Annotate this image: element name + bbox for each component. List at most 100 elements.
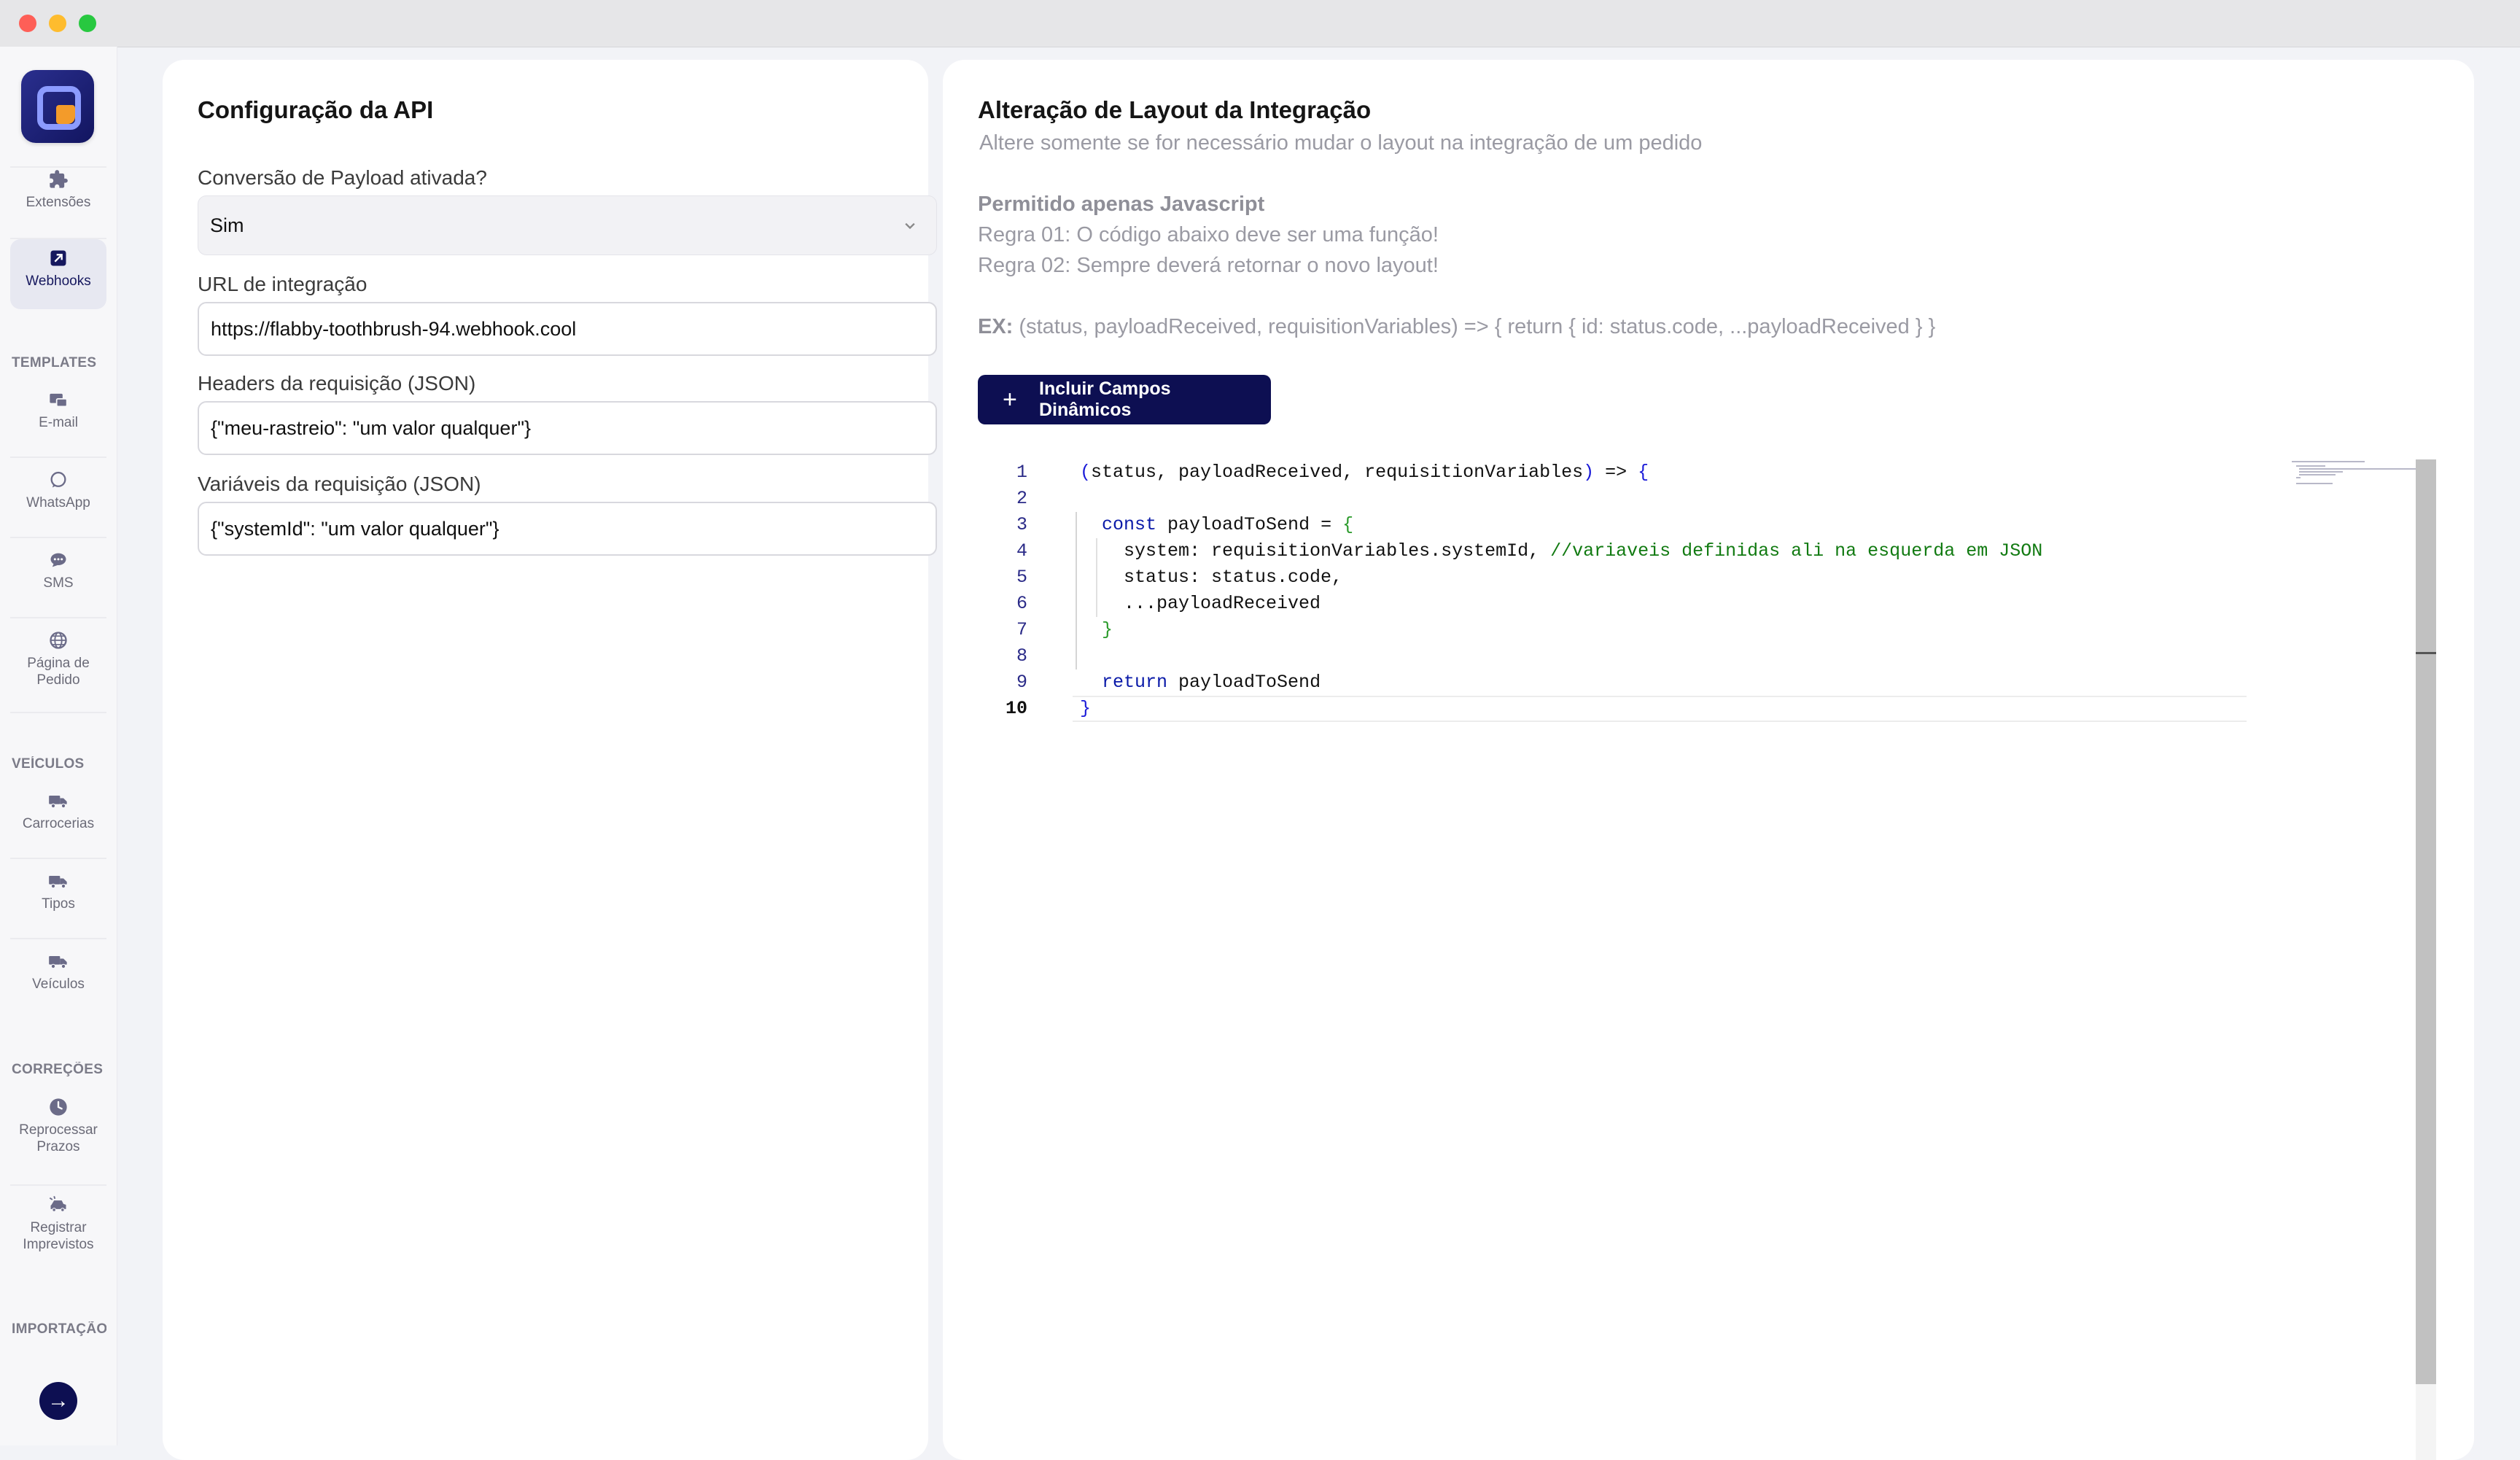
example-label: EX:	[978, 315, 1014, 338]
sidebar-item-label: Página de Pedido	[27, 656, 90, 688]
line-number: 7	[1016, 619, 1027, 640]
plus-icon: +	[1003, 386, 1017, 413]
code-line[interactable]: 7 }	[987, 617, 2226, 643]
add-dynamic-fields-label: Incluir Campos Dinâmicos	[1039, 378, 1171, 420]
sidebar-divider	[10, 712, 106, 713]
maximize-window-button[interactable]	[79, 15, 96, 32]
editor-scroll-marker	[2416, 652, 2436, 654]
line-number: 8	[1016, 645, 1027, 667]
code-minimap[interactable]	[2292, 459, 2423, 496]
variables-label: Variáveis da requisição (JSON)	[198, 473, 481, 495]
line-number: 9	[1016, 672, 1027, 693]
code-token: status: status.code,	[1080, 567, 1343, 588]
line-number: 6	[1016, 593, 1027, 614]
sidebar-item-pagina-de-pedido[interactable]: Página de Pedido	[10, 630, 106, 688]
minimize-window-button[interactable]	[49, 15, 66, 32]
sidebar-item-registrar-imprevistos[interactable]: Registrar Imprevistos	[10, 1195, 106, 1253]
sidebar-item-reprocessar-prazos[interactable]: Reprocessar Prazos	[10, 1097, 106, 1155]
globe-icon	[50, 632, 67, 649]
line-number: 10	[1005, 698, 1027, 719]
code-token: =>	[1594, 462, 1638, 483]
car-crash-icon	[49, 1196, 66, 1212]
sidebar-item-veiculos[interactable]: Veículos	[10, 951, 106, 993]
code-line[interactable]: 3 const payloadToSend = {	[987, 512, 2226, 538]
expand-sidebar-button[interactable]: →	[39, 1382, 77, 1420]
line-number: 5	[1016, 567, 1027, 588]
rule-01: Regra 01: O código abaixo deve ser uma f…	[978, 223, 1439, 246]
sidebar-item-label: SMS	[43, 575, 74, 591]
sidebar-item-label: Veículos	[32, 976, 85, 992]
sidebar-divider	[10, 858, 106, 859]
sidebar-divider	[10, 938, 106, 939]
code-token: )	[1583, 462, 1595, 483]
code-line[interactable]: 6 ...payloadReceived	[987, 591, 2226, 617]
line-number: 1	[1016, 462, 1027, 483]
sidebar-item-sms[interactable]: SMS	[10, 550, 106, 591]
webhook-icon	[50, 250, 66, 266]
code-text: system: requisitionVariables.systemId, /…	[1080, 538, 2042, 564]
api-config-card: Configuração da API Conversão de Payload…	[163, 60, 937, 1460]
code-line[interactable]: 4 system: requisitionVariables.systemId,…	[987, 538, 2226, 564]
code-token: //variaveis definidas ali na esquerda em…	[1550, 540, 2043, 562]
sidebar-item-label: Tipos	[42, 896, 75, 912]
payload-conversion-select[interactable]: Sim	[198, 195, 937, 255]
code-line[interactable]: 10}	[987, 696, 2226, 722]
code-token: ...payloadReceived	[1080, 593, 1321, 614]
code-text: }	[1080, 617, 1113, 643]
sidebar-divider	[10, 617, 106, 618]
code-line[interactable]: 8	[987, 643, 2226, 669]
sidebar-item-carrocerias[interactable]: Carrocerias	[10, 791, 106, 832]
code-token: status, payloadReceived, requisitionVari…	[1091, 462, 1584, 483]
sidebar-item-label: E-mail	[39, 415, 78, 430]
code-line[interactable]: 1 (status, payloadReceived, requisitionVa…	[987, 459, 2226, 486]
sidebar-item-label: Carrocerias	[22, 816, 95, 831]
code-editor[interactable]: 1 (status, payloadReceived, requisitionVa…	[987, 459, 2423, 1459]
whatsapp-icon	[50, 471, 66, 488]
line-number: 3	[1016, 514, 1027, 535]
code-token: payloadToSend	[1167, 672, 1321, 693]
arrow-right-icon: →	[47, 1389, 69, 1413]
code-token: {	[1342, 514, 1354, 535]
sidebar-item-extensoes[interactable]: Extensões	[10, 169, 106, 211]
sidebar-item-whatsapp[interactable]: WhatsApp	[10, 470, 106, 511]
code-text: const payloadToSend = {	[1080, 512, 1353, 538]
code-token: }	[1102, 619, 1113, 640]
headers-json-input[interactable]	[198, 401, 937, 455]
layout-change-card: Alteração de Layout da Integração Altere…	[943, 60, 2474, 1460]
integration-url-input[interactable]	[198, 302, 937, 356]
section-templates: TEMPLATES	[12, 355, 97, 370]
payload-conversion-value: Sim	[210, 214, 244, 236]
code-line[interactable]: 2	[987, 486, 2226, 512]
sidebar-item-email[interactable]: E-mail	[10, 389, 106, 431]
payload-conversion-label: Conversão de Payload ativada?	[198, 166, 487, 189]
variables-json-input[interactable]	[198, 502, 937, 556]
sidebar-item-label: Reprocessar Prazos	[19, 1122, 98, 1154]
code-line[interactable]: 5 status: status.code,	[987, 564, 2226, 591]
add-dynamic-fields-button[interactable]: + Incluir Campos Dinâmicos	[978, 375, 1271, 424]
rules-title: Permitido apenas Javascript	[978, 193, 1265, 216]
code-token: }	[1080, 698, 1092, 719]
section-correcoes: CORREÇÕES	[12, 1062, 104, 1077]
code-token: (	[1080, 462, 1092, 483]
code-line[interactable]: 9 return payloadToSend	[987, 669, 2226, 696]
sidebar-divider	[10, 457, 106, 458]
layout-change-title: Alteração de Layout da Integração	[978, 96, 1372, 123]
truck-icon	[49, 956, 67, 969]
url-label: URL de integração	[198, 273, 368, 295]
code-text: ...payloadReceived	[1080, 591, 1321, 617]
editor-scrollbar-thumb[interactable]	[2416, 459, 2436, 1384]
sidebar: Extensões Webhooks TEMPLATES E-mail What…	[0, 47, 117, 1445]
sidebar-item-webhooks[interactable]: Webhooks	[10, 239, 106, 309]
section-importacao: IMPORTAÇÃO	[12, 1321, 106, 1337]
example-text: (status, payloadReceived, requisitionVar…	[1019, 315, 1936, 338]
example-code: EX: (status, payloadReceived, requisitio…	[978, 315, 1935, 339]
code-text: }	[1080, 696, 1091, 722]
sidebar-item-label: Webhooks	[26, 273, 91, 289]
close-window-button[interactable]	[19, 15, 36, 32]
sidebar-item-tipos[interactable]: Tipos	[10, 871, 106, 912]
line-number: 2	[1016, 488, 1027, 509]
app-logo[interactable]	[21, 70, 94, 143]
sidebar-item-label: Registrar Imprevistos	[23, 1220, 94, 1252]
